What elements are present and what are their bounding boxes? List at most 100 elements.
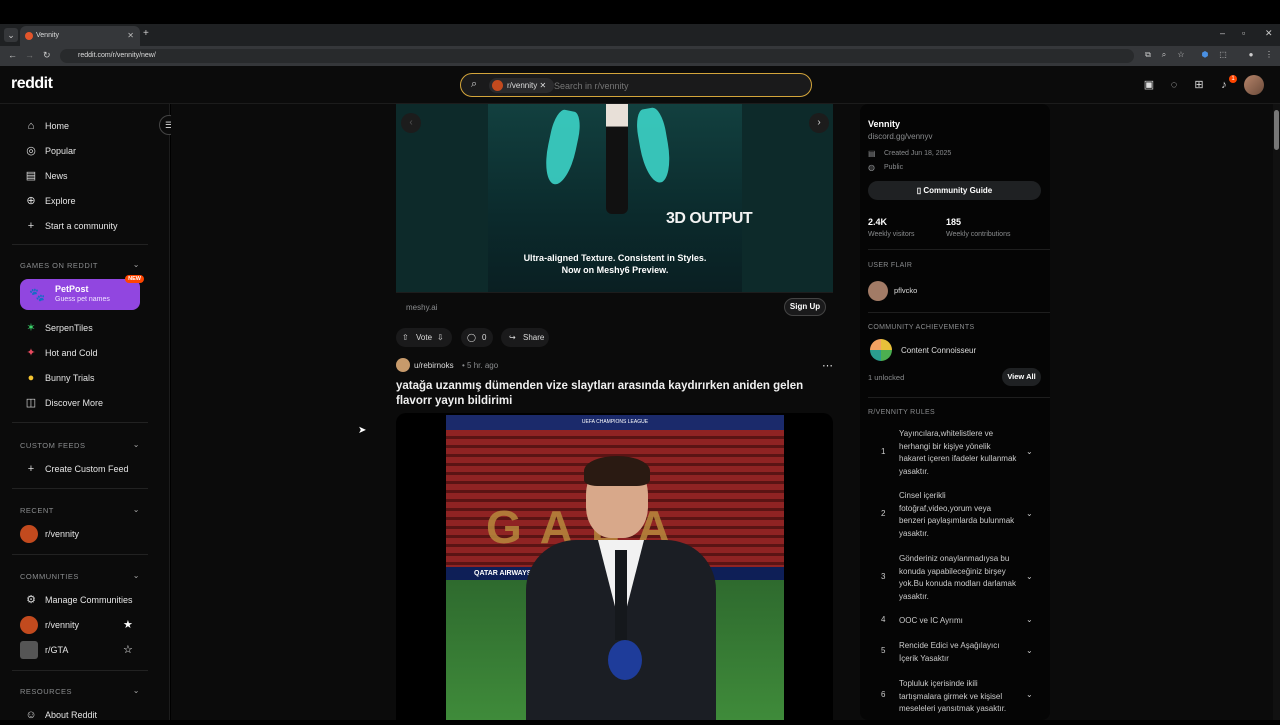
rule-item[interactable]: 2 Cinsel içerikli fotoğraf,video,yorum v… (868, 490, 1048, 540)
carousel-prev-icon[interactable]: ‹ (401, 113, 421, 133)
rule-item[interactable]: 3 Gönderiniz onaylanmadıysa bu konuda ya… (868, 553, 1048, 603)
sidebar-item-discover-more[interactable]: ◫ Discover More (20, 393, 160, 413)
ad-caption: Now on Meshy6 Preview. (561, 265, 669, 275)
share-button[interactable]: ↪ Share (501, 328, 549, 347)
community-avatar (20, 616, 38, 634)
install-icon[interactable]: ⧉ (1143, 50, 1153, 60)
sidebar-item-bunny-trials[interactable]: ● Bunny Trials (20, 368, 160, 388)
paw-icon: 🐾 (29, 287, 46, 302)
reddit-logo[interactable]: reddit (11, 75, 53, 93)
comments-button[interactable]: ◯ 0 (461, 328, 493, 347)
sidebar-item-label: About Reddit (45, 710, 98, 720)
flair-avatar[interactable] (868, 281, 888, 301)
advertise-icon[interactable]: ▣ (1142, 78, 1156, 92)
rule-item[interactable]: 1 Yayıncılara,whitelistlere ve herhangi … (868, 428, 1048, 478)
browser-menu-icon[interactable]: ⋮ (1264, 50, 1274, 60)
news-icon: ▤ (25, 170, 37, 182)
carousel-next-icon[interactable]: › (809, 113, 829, 133)
flair-username[interactable]: pflvcko (894, 286, 917, 295)
unlocked-count: 1 unlocked (868, 373, 905, 382)
address-bar-row: ← → ↻ reddit.com/r/vennity/new/ ⧉ ⌕ ☆ ⬢ … (0, 46, 1280, 66)
sidebar-item-community-vennity[interactable]: r/vennity ★ (20, 615, 160, 635)
plus-icon: + (27, 220, 35, 232)
sidebar-item-label: Manage Communities (45, 595, 133, 605)
user-avatar[interactable] (396, 358, 410, 372)
sidebar-item-about-reddit[interactable]: ☺ About Reddit (20, 705, 160, 725)
zoom-icon[interactable]: ⌕ (1159, 50, 1169, 60)
sidebar-item-start-community[interactable]: + Start a community (20, 216, 160, 236)
divider (12, 422, 148, 423)
tab-close-icon[interactable]: ✕ (127, 26, 134, 46)
extension-icon[interactable]: ⬢ (1200, 50, 1210, 60)
chat-icon[interactable]: ◌ (1167, 78, 1181, 92)
achievement-name[interactable]: Content Connoisseur (901, 346, 976, 355)
achievements-heading: COMMUNITY ACHIEVEMENTS (868, 324, 975, 331)
minimize-icon[interactable]: – (1220, 28, 1225, 38)
forward-icon[interactable]: → (25, 50, 34, 60)
weekly-contributions-value: 185 (946, 217, 962, 227)
rule-text: Cinsel içerikli fotoğraf,video,yorum vey… (899, 491, 1015, 538)
back-icon[interactable]: ← (8, 50, 17, 60)
profile-icon[interactable]: ● (1246, 50, 1256, 60)
post-time: • 5 hr. ago (462, 361, 499, 370)
star-filled-icon[interactable]: ★ (123, 615, 133, 635)
sidebar-item-recent-vennity[interactable]: r/vennity (20, 524, 160, 544)
maximize-icon[interactable]: ▫ (1242, 28, 1245, 38)
tab-search-button[interactable]: ⌄ (4, 28, 18, 42)
extensions-puzzle-icon[interactable]: ⬚ (1218, 50, 1228, 60)
sidebar-item-explore[interactable]: ⊕ Explore (20, 191, 160, 211)
sidebar-item-serpentiles[interactable]: ✶ SerpenTiles (20, 318, 160, 338)
resources-heading[interactable]: RESOURCES ⌄ (20, 686, 140, 696)
window-close-icon[interactable]: ✕ (1265, 28, 1273, 39)
community-guide-button[interactable]: ▯ Community Guide (868, 181, 1041, 200)
page-scrollbar[interactable] (1273, 104, 1280, 720)
community-avatar (20, 525, 38, 543)
rule-item[interactable]: 6 Topluluk içerisinde ikili tartışmalara… (868, 678, 1048, 718)
ad-domain[interactable]: meshy.ai (406, 303, 437, 312)
communities-heading[interactable]: COMMUNITIES ⌄ (20, 571, 140, 581)
scrollbar-thumb[interactable] (1274, 110, 1279, 150)
reddit-favicon-icon (25, 32, 33, 40)
more-options-icon[interactable]: ⋯ (822, 359, 833, 372)
bookmark-star-icon[interactable]: ☆ (1176, 50, 1186, 60)
sidebar-item-popular[interactable]: ◎ Popular (20, 141, 160, 161)
view-all-button[interactable]: View All (1002, 368, 1041, 386)
chevron-down-icon: ⌄ (1026, 615, 1033, 624)
url-field[interactable]: reddit.com/r/vennity/new/ (60, 49, 1134, 63)
user-avatar[interactable] (1244, 75, 1264, 95)
custom-feeds-heading[interactable]: CUSTOM FEEDS ⌄ (20, 440, 140, 450)
community-link[interactable]: discord.gg/vennyv (868, 132, 932, 141)
sidebar-item-home[interactable]: ⌂ Home (20, 116, 160, 136)
post-title[interactable]: yatağa uzanmış dümenden vize slaytları a… (396, 379, 826, 409)
post-author[interactable]: u/rebirnoks (414, 361, 454, 370)
reddit-header: reddit ⌕ r/vennity ✕ ▣ ◌ ⊞ ♪ (0, 66, 1280, 104)
create-post-icon[interactable]: ⊞ (1192, 78, 1206, 92)
reload-icon[interactable]: ↻ (43, 50, 51, 61)
rule-item[interactable]: 5 Rencide Edici ve Aşağılayıcı İçerik Ya… (868, 640, 1048, 666)
recent-heading[interactable]: RECENT ⌄ (20, 505, 140, 515)
games-heading[interactable]: GAMES ON REDDIT ⌄ (20, 260, 140, 270)
sidebar-item-community-gta[interactable]: r/GTA ☆ (20, 640, 160, 660)
signup-button[interactable]: Sign Up (784, 298, 826, 316)
video-frame[interactable]: UEFA CHAMPIONS LEAGUE GALA QATAR AIRWAYS (446, 415, 784, 720)
search-input[interactable] (554, 78, 794, 93)
petpost-game-card[interactable]: 🐾 PetPost Guess pet names NEW (20, 275, 144, 310)
reporter-figure (526, 456, 716, 720)
sidebar-item-manage-communities[interactable]: ⚙ Manage Communities (20, 590, 160, 610)
rule-item[interactable]: 4 OOC ve IC Ayrımı ⌄ (868, 615, 1048, 629)
sidebar-item-label: r/vennity (45, 529, 80, 539)
share-icon: ↪ (509, 333, 516, 342)
upvote-icon[interactable]: ⇧ (402, 328, 409, 347)
search-scope-chip[interactable]: r/vennity ✕ (489, 78, 555, 93)
chip-clear-icon[interactable]: ✕ (539, 81, 546, 90)
reddit-alien-icon: ☺ (25, 709, 37, 721)
browser-tab[interactable]: Vennity ✕ (20, 26, 140, 46)
star-outline-icon[interactable]: ☆ (123, 640, 133, 660)
sidebar-item-news[interactable]: ▤ News (20, 166, 160, 186)
search-bar[interactable]: ⌕ r/vennity ✕ (460, 73, 812, 97)
tab-title: Vennity (36, 32, 59, 39)
sidebar-item-create-custom-feed[interactable]: + Create Custom Feed (20, 459, 160, 479)
new-tab-button[interactable]: + (143, 28, 149, 39)
downvote-icon[interactable]: ⇩ (437, 328, 444, 347)
sidebar-item-hot-and-cold[interactable]: ✦ Hot and Cold (20, 343, 160, 363)
